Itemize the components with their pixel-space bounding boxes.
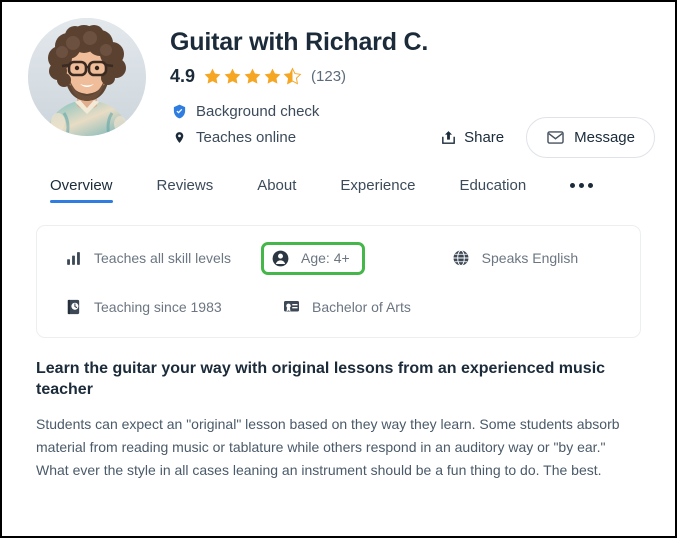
profile-header: Guitar with Richard C. 4.9 (123) Backgro… (16, 2, 661, 158)
avatar[interactable] (28, 18, 146, 136)
tab-reviews[interactable]: Reviews (157, 177, 214, 203)
attribute-age-range: Age: 4+ (261, 241, 365, 275)
star-half-icon (283, 67, 302, 85)
attribute-degree: Bachelor of Arts (273, 291, 419, 323)
attribute-label: Teaches all skill levels (94, 250, 231, 267)
star-icon (244, 68, 261, 84)
attribute-skill-levels: Teaches all skill levels (55, 243, 261, 274)
star-icon (224, 68, 241, 84)
person-icon (270, 249, 290, 268)
profile-page: Guitar with Richard C. 4.9 (123) Backgro… (0, 0, 677, 538)
envelope-icon (547, 131, 564, 144)
message-button[interactable]: Message (526, 117, 655, 158)
tab-overview[interactable]: Overview (50, 177, 113, 203)
header-actions: Share Message (436, 117, 655, 158)
clock-book-icon (63, 298, 83, 316)
rating-value: 4.9 (170, 65, 196, 86)
tab-about[interactable]: About (257, 177, 296, 203)
share-arrow-icon (442, 131, 455, 144)
attributes-row-1: Teaches all skill levels Age: 4+ Speaks … (55, 241, 622, 275)
attribute-label: Speaks English (481, 250, 579, 267)
certificate-icon (281, 298, 301, 316)
tab-label: Education (459, 176, 527, 194)
star-icon (204, 68, 221, 84)
about-heading: Learn the guitar your way with original … (36, 359, 606, 399)
attributes-card: Teaches all skill levels Age: 4+ Speaks … (36, 224, 641, 338)
profile-tabs: Overview Reviews About Experience Educat… (16, 177, 661, 203)
tab-label: Experience (340, 176, 416, 194)
star-icon (264, 68, 281, 84)
page-inner: Guitar with Richard C. 4.9 (123) Backgro… (2, 2, 675, 536)
tab-label: Reviews (156, 176, 214, 194)
attributes-row-2: Teaching since 1983 Bachelor of Arts (55, 291, 622, 323)
avatar-photo (28, 18, 146, 136)
share-button[interactable]: Share (436, 123, 508, 152)
attribute-languages: Speaks English (443, 242, 587, 274)
tab-label: Overview (50, 176, 113, 194)
page-title: Guitar with Richard C. (170, 28, 429, 56)
meta-item-label: Teaches online (196, 128, 297, 146)
globe-icon (451, 249, 471, 267)
tab-education[interactable]: Education (459, 177, 526, 203)
attribute-label: Teaching since 1983 (94, 298, 222, 315)
meta-item-label: Background check (196, 102, 320, 120)
attribute-label: Age: 4+ (301, 250, 350, 267)
location-pin-icon (170, 129, 188, 146)
attribute-label: Bachelor of Arts (312, 298, 411, 315)
star-rating (203, 67, 302, 86)
rating-row: 4.9 (123) (170, 66, 661, 87)
tab-experience[interactable]: Experience (340, 177, 415, 203)
tab-label: About (257, 176, 297, 194)
share-button-label: Share (464, 129, 505, 146)
about-section: Learn the guitar your way with original … (36, 358, 641, 482)
bar-chart-icon (63, 250, 83, 267)
message-button-label: Message (574, 129, 635, 146)
about-body-text: Students can expect an "original" lesson… (36, 415, 620, 479)
shield-check-icon (170, 103, 188, 120)
attribute-teaching-since: Teaching since 1983 (55, 291, 261, 323)
review-count: (123) (311, 67, 347, 85)
ellipsis-icon[interactable] (570, 182, 594, 197)
